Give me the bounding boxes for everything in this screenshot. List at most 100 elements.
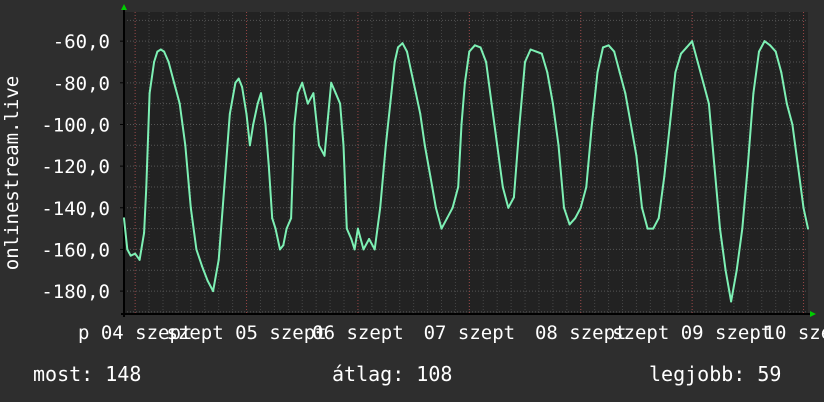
data-point	[353, 248, 356, 251]
data-point	[646, 227, 649, 230]
data-point	[574, 217, 577, 220]
data-point	[752, 92, 755, 95]
data-point	[618, 71, 621, 74]
data-point	[345, 227, 348, 230]
data-point	[129, 254, 132, 257]
stat-best: legjobb: 59	[649, 362, 782, 386]
data-point	[312, 92, 315, 95]
data-point	[596, 71, 599, 74]
data-point	[707, 102, 710, 105]
y-tick-label: -120,0	[41, 156, 110, 178]
data-point	[680, 52, 683, 55]
data-point	[741, 227, 744, 230]
data-point	[234, 81, 237, 84]
data-point	[163, 50, 166, 53]
data-point	[148, 92, 151, 95]
data-point	[785, 102, 788, 105]
data-point	[473, 44, 476, 47]
data-point	[702, 81, 705, 84]
data-point	[189, 206, 192, 209]
data-point	[730, 300, 733, 303]
data-point	[746, 165, 749, 168]
data-point	[356, 227, 359, 230]
y-axis-label: onlinestream.live	[1, 76, 23, 270]
data-point	[540, 52, 543, 55]
data-point	[602, 46, 605, 49]
y-tick-label: -100,0	[41, 114, 110, 136]
data-point	[212, 290, 215, 293]
data-point	[200, 265, 203, 268]
data-point	[457, 185, 460, 188]
y-axis-arrow	[121, 4, 127, 10]
data-point	[126, 248, 129, 251]
data-point	[446, 217, 449, 220]
data-point	[405, 50, 408, 53]
data-point	[724, 269, 727, 272]
data-point	[379, 206, 382, 209]
data-point	[410, 71, 413, 74]
data-point	[206, 279, 209, 282]
data-point	[278, 248, 281, 251]
data-point	[590, 123, 593, 126]
data-point	[757, 50, 760, 53]
data-point	[460, 123, 463, 126]
data-point	[718, 227, 721, 230]
data-point	[635, 154, 638, 157]
data-point	[463, 81, 466, 84]
data-point	[401, 42, 404, 45]
data-point	[373, 248, 376, 251]
data-point	[228, 113, 231, 116]
data-point	[217, 258, 220, 261]
data-point	[419, 113, 422, 116]
data-point	[657, 217, 660, 220]
data-point	[414, 92, 417, 95]
data-point	[362, 248, 365, 251]
data-point	[774, 50, 777, 53]
data-point	[440, 227, 443, 230]
x-tick-label: 06 szept	[312, 322, 404, 344]
data-point	[518, 123, 521, 126]
data-point	[156, 50, 159, 53]
data-point	[451, 206, 454, 209]
data-point	[468, 50, 471, 53]
data-point	[138, 258, 141, 261]
y-tick-label: -80,0	[53, 73, 110, 95]
data-point	[368, 238, 371, 241]
data-point	[167, 60, 170, 63]
data-point	[429, 175, 432, 178]
data-point	[796, 165, 799, 168]
data-point	[507, 206, 510, 209]
data-point	[173, 81, 176, 84]
data-point	[802, 206, 805, 209]
data-point	[237, 77, 240, 80]
data-point	[557, 144, 560, 147]
data-point	[271, 217, 274, 220]
data-point	[306, 102, 309, 105]
x-tick-label: 07 szept	[424, 322, 516, 344]
data-point	[384, 144, 387, 147]
data-point	[178, 102, 181, 105]
data-point	[691, 40, 694, 43]
data-point	[501, 185, 504, 188]
data-point	[342, 144, 345, 147]
data-point	[153, 60, 156, 63]
data-point	[780, 71, 783, 74]
data-point	[326, 117, 329, 120]
data-point	[735, 269, 738, 272]
data-point	[529, 48, 532, 51]
data-point	[485, 60, 488, 63]
stat-average: átlag: 108	[332, 362, 453, 386]
x-tick-label: 10 szep	[764, 322, 824, 344]
data-point	[613, 50, 616, 53]
data-point	[535, 50, 538, 53]
data-point	[763, 40, 766, 43]
data-point	[134, 252, 137, 255]
y-tick-label: -60,0	[53, 31, 110, 53]
data-point	[551, 102, 554, 105]
data-point	[317, 144, 320, 147]
data-point	[769, 44, 772, 47]
data-point	[195, 248, 198, 251]
data-point	[323, 154, 326, 157]
data-point	[184, 144, 187, 147]
data-point	[241, 85, 244, 88]
